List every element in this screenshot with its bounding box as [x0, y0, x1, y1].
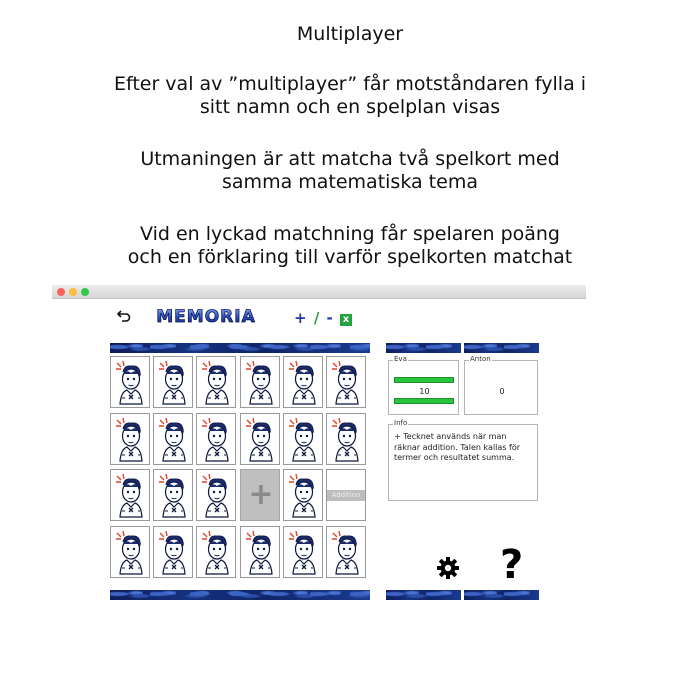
card-back-face-icon — [202, 417, 229, 462]
panel-bottom-bar-right — [464, 590, 539, 600]
memory-card[interactable] — [110, 526, 150, 578]
card-back-face-icon — [202, 530, 229, 575]
panel-bottom-bar-left — [386, 590, 461, 600]
window-minimize-button[interactable] — [69, 288, 77, 296]
memory-card[interactable] — [240, 356, 280, 408]
memory-card-revealed[interactable]: + — [240, 469, 280, 521]
caption-title: Multiplayer — [0, 23, 700, 46]
help-button[interactable]: ? — [500, 543, 523, 587]
memory-card[interactable] — [110, 356, 150, 408]
info-panel: Info + Tecknet används när man räknar ad… — [388, 419, 538, 501]
separator: / — [313, 309, 320, 327]
player1-name: Eva — [393, 355, 408, 364]
memory-card[interactable] — [283, 526, 323, 578]
minus-operation[interactable]: - — [327, 309, 333, 327]
memory-card[interactable] — [196, 356, 236, 408]
caption-line: Utmaningen är att matcha två spelkort me… — [140, 148, 560, 170]
card-back-face-icon — [246, 417, 273, 462]
card-back-face-icon — [246, 360, 273, 405]
memory-card[interactable] — [153, 356, 193, 408]
panel-top-bar-left — [386, 343, 461, 353]
player1-panel: Eva 10 — [388, 355, 459, 415]
memory-card[interactable] — [153, 413, 193, 465]
memory-card[interactable] — [326, 413, 366, 465]
caption-title-text: Multiplayer — [296, 23, 404, 45]
memoria-logo: MEMORIA — [156, 307, 255, 327]
gear-icon[interactable] — [436, 556, 460, 580]
plus-icon: + — [248, 477, 274, 512]
board-top-bar — [110, 343, 370, 353]
card-back-face-icon — [116, 530, 143, 575]
caption-line: Vid en lyckad matchning får spelaren poä… — [139, 223, 560, 245]
caption-line: samma matematiska tema — [222, 171, 478, 193]
multiply-operation-icon[interactable]: x — [340, 314, 352, 326]
player2-panel: Anton 0 — [464, 355, 538, 415]
card-back-face-icon — [289, 473, 316, 518]
memory-card[interactable] — [153, 526, 193, 578]
window-close-button[interactable] — [57, 288, 65, 296]
board-bottom-bar — [110, 590, 370, 600]
memory-card[interactable] — [153, 469, 193, 521]
card-back-face-icon — [116, 473, 143, 518]
memory-card[interactable] — [196, 469, 236, 521]
memory-card[interactable] — [110, 469, 150, 521]
card-back-face-icon — [289, 530, 316, 575]
card-back-face-icon — [116, 360, 143, 405]
memory-card[interactable] — [240, 526, 280, 578]
memory-card[interactable] — [326, 356, 366, 408]
card-back-face-icon — [332, 530, 359, 575]
card-back-face-icon — [202, 360, 229, 405]
plus-operation[interactable]: + — [294, 309, 307, 327]
card-back-face-icon — [332, 417, 359, 462]
card-back-face-icon — [202, 473, 229, 518]
memory-card-revealed[interactable]: Addition — [326, 469, 366, 521]
caption-line: sitt namn och en spelplan visas — [199, 96, 501, 118]
memory-card[interactable] — [110, 413, 150, 465]
operation-selector: + / - x — [294, 309, 352, 327]
card-back-face-icon — [116, 417, 143, 462]
memory-card[interactable] — [196, 413, 236, 465]
info-label: Info — [393, 419, 409, 428]
card-back-face-icon — [246, 530, 273, 575]
caption-paragraph-1: Efter val av ”multiplayer” får motstånda… — [0, 73, 700, 119]
player1-top-bar — [394, 377, 454, 383]
player2-score: 0 — [499, 387, 505, 396]
card-back-face-icon — [289, 360, 316, 405]
caption-paragraph-2: Utmaningen är att matcha två spelkort me… — [0, 148, 700, 194]
player2-name: Anton — [469, 355, 492, 364]
panel-top-bar-right — [464, 343, 539, 353]
card-back-face-icon — [159, 530, 186, 575]
card-back-face-icon — [289, 417, 316, 462]
window-zoom-button[interactable] — [81, 288, 89, 296]
card-back-face-icon — [159, 360, 186, 405]
card-text-label: Addition — [327, 490, 365, 501]
card-back-face-icon — [332, 360, 359, 405]
back-arrow-icon[interactable] — [116, 308, 132, 324]
memory-card[interactable] — [196, 526, 236, 578]
player1-score: 10 — [419, 387, 430, 396]
memory-card[interactable] — [283, 469, 323, 521]
card-back-face-icon — [159, 473, 186, 518]
memory-card[interactable] — [240, 413, 280, 465]
memory-card[interactable] — [283, 413, 323, 465]
caption-line: och en förklaring till varför spelkorten… — [127, 246, 573, 268]
window-titlebar[interactable] — [52, 285, 586, 299]
player1-bottom-bar — [394, 398, 454, 404]
logo-text: MEMORIA — [156, 307, 255, 327]
caption-paragraph-3: Vid en lyckad matchning får spelaren poä… — [0, 223, 700, 269]
memory-card[interactable] — [283, 356, 323, 408]
card-back-face-icon — [159, 417, 186, 462]
caption-line: Efter val av ”multiplayer” får motstånda… — [113, 73, 587, 95]
memory-card[interactable] — [326, 526, 366, 578]
info-text: + Tecknet används när man räknar additio… — [394, 432, 520, 462]
